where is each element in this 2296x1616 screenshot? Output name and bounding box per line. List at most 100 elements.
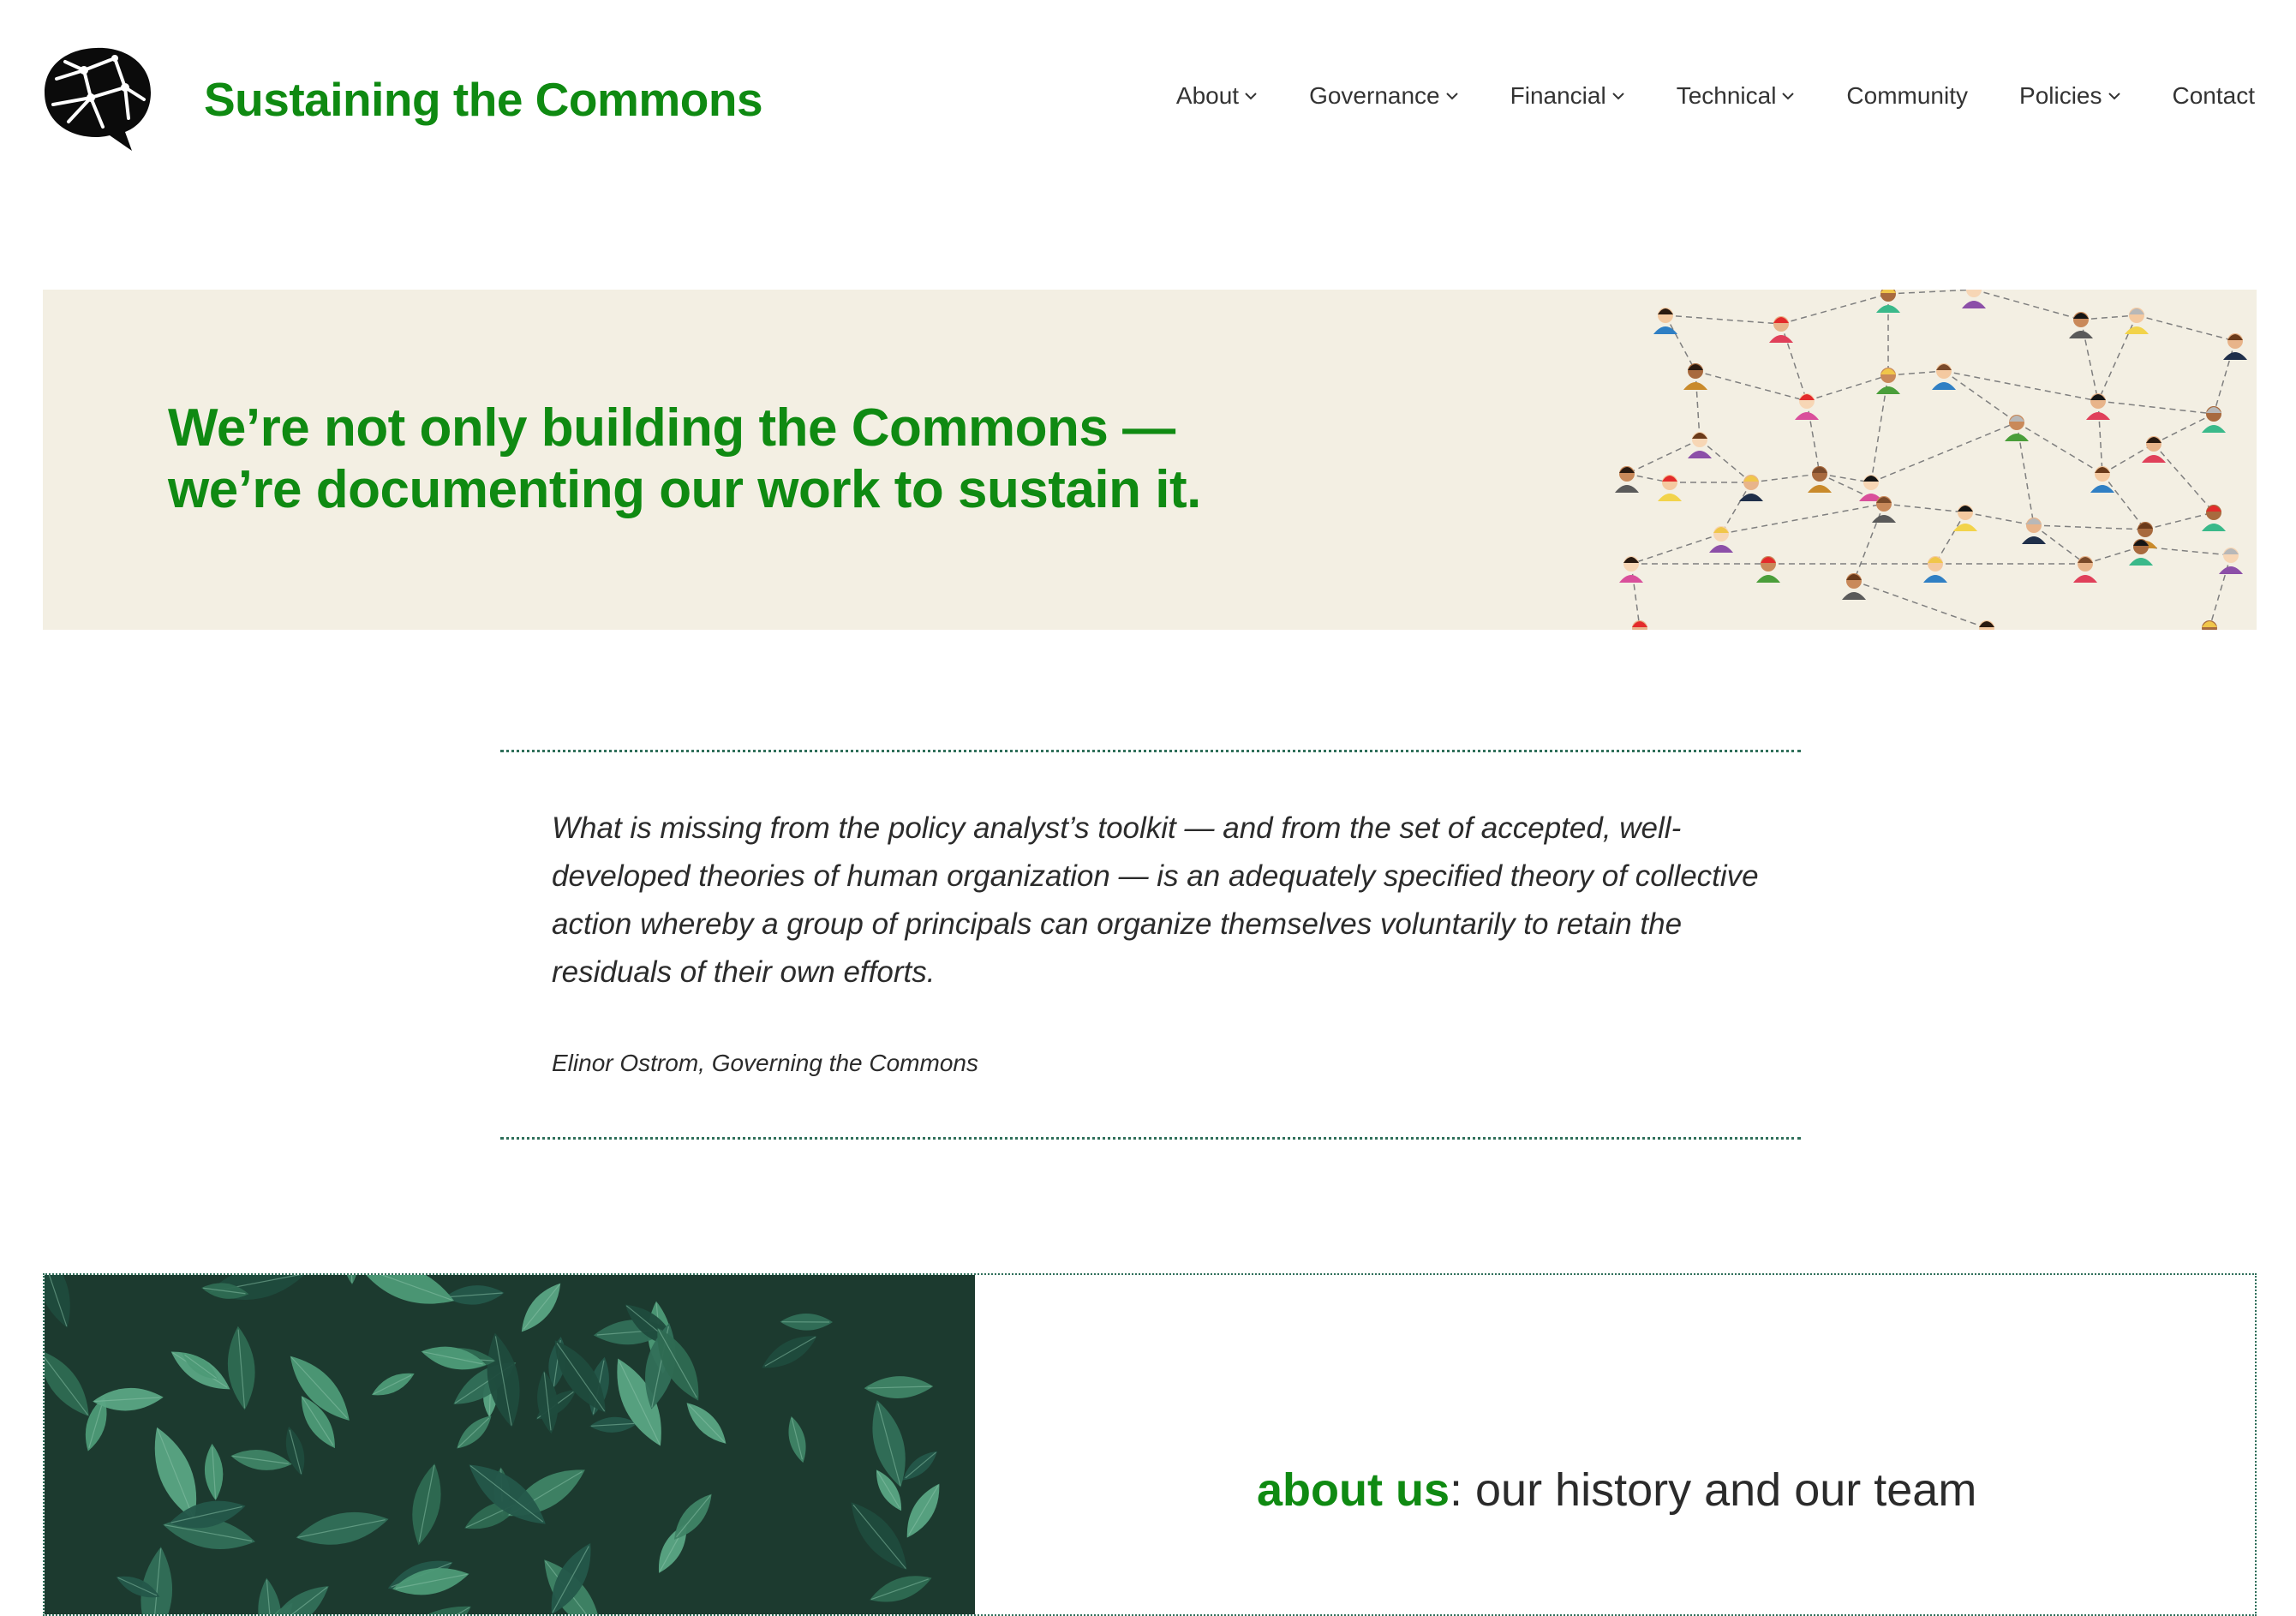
network-connection — [1888, 290, 1974, 294]
network-connection — [1888, 371, 1944, 375]
divider — [500, 1137, 1801, 1140]
person-avatar — [1756, 556, 1780, 583]
person-avatar — [2223, 333, 2247, 360]
people-network-illustration — [1614, 290, 2257, 630]
site-title[interactable]: Sustaining the Commons — [204, 72, 762, 127]
nav-item-community[interactable]: Community — [1846, 82, 1968, 110]
person-avatar — [1876, 290, 1900, 313]
network-connection — [1965, 512, 2034, 525]
network-connection — [2098, 401, 2102, 474]
person-avatar — [1739, 475, 1763, 501]
network-connection — [1665, 315, 1695, 371]
person-avatar — [2069, 312, 2093, 338]
network-connection — [2098, 315, 2137, 401]
person-avatar — [2073, 556, 2097, 583]
network-connection — [1695, 371, 1807, 401]
nav-item-label: Financial — [1510, 82, 1606, 110]
person-avatar — [1975, 620, 1999, 630]
network-connection — [2085, 547, 2141, 564]
network-connection — [2098, 401, 2214, 414]
nav-item-technical[interactable]: Technical — [1677, 82, 1796, 110]
person-avatar — [1683, 363, 1707, 390]
nav-item-label: Governance — [1309, 82, 1440, 110]
person-avatar — [2086, 393, 2110, 420]
person-avatar — [1688, 432, 1712, 458]
network-connection — [1884, 504, 1965, 512]
network-connection — [1854, 581, 1987, 628]
network-connection — [2034, 525, 2085, 564]
network-connection — [1700, 440, 1751, 482]
hero-heading-line-2: we’re documenting our work to sustain it… — [168, 460, 1201, 519]
nav-item-label: Community — [1846, 82, 1968, 110]
network-connection — [1665, 315, 1781, 324]
person-avatar — [1795, 393, 1819, 420]
person-avatar — [1653, 308, 1677, 334]
person-avatar — [1709, 526, 1733, 553]
network-connection — [2017, 422, 2102, 474]
network-connection — [1631, 534, 1721, 564]
network-connection — [2154, 444, 2214, 512]
person-avatar — [2022, 518, 2046, 544]
hero-heading-line-1: We’re not only building the Commons — — [168, 398, 1175, 458]
leaves-photo — [45, 1275, 975, 1616]
person-avatar — [2219, 548, 2243, 574]
network-connection — [2154, 414, 2214, 444]
network-connection — [1974, 290, 2081, 320]
person-avatar — [1842, 573, 1866, 600]
chevron-down-icon — [1611, 92, 1625, 100]
person-avatar — [1808, 466, 1832, 493]
nav-item-label: Policies — [2019, 82, 2102, 110]
person-avatar — [2090, 466, 2114, 493]
nav-item-about[interactable]: About — [1176, 82, 1258, 110]
network-connection — [2145, 512, 2214, 530]
person-avatar — [2142, 436, 2166, 463]
network-connection — [1854, 504, 1884, 581]
person-avatar — [1859, 475, 1883, 501]
network-connection — [2209, 555, 2231, 628]
person-avatar — [2202, 505, 2226, 531]
nav-item-policies[interactable]: Policies — [2019, 82, 2120, 110]
nav-item-label: Technical — [1677, 82, 1777, 110]
network-connection — [1751, 474, 1820, 482]
person-avatar — [2202, 406, 2226, 433]
person-avatar — [1876, 368, 1900, 394]
network-connection — [1721, 482, 1751, 534]
network-connection — [2214, 341, 2235, 414]
person-avatar — [1953, 505, 1977, 531]
person-avatar — [1628, 620, 1652, 630]
nav-item-financial[interactable]: Financial — [1510, 82, 1625, 110]
chevron-down-icon — [1445, 92, 1459, 100]
logo-icon[interactable] — [43, 45, 154, 153]
person-avatar — [1619, 556, 1643, 583]
chevron-down-icon — [2108, 92, 2121, 100]
quote-citation: Elinor Ostrom, Governing the Commons — [552, 1050, 978, 1077]
network-connection — [1871, 422, 2017, 482]
network-connection — [1781, 294, 1888, 324]
about-heading-rest: : our history and our team — [1450, 1464, 1976, 1516]
site-header: Sustaining the Commons About Governance … — [0, 0, 2296, 206]
about-us-link[interactable]: about us — [1257, 1464, 1450, 1516]
quote-text: What is missing from the policy analyst’… — [552, 805, 1768, 997]
network-connection — [2102, 474, 2145, 530]
network-connection — [1721, 504, 1884, 534]
quote-block: What is missing from the policy analyst’… — [500, 750, 1801, 1139]
network-connection — [1820, 474, 1871, 482]
network-connection — [1935, 512, 1965, 564]
network-connection — [2137, 315, 2235, 341]
about-card[interactable]: about us: our history and our team — [43, 1273, 2257, 1616]
nav-item-governance[interactable]: Governance — [1309, 82, 1459, 110]
nav-item-label: About — [1176, 82, 1239, 110]
nav-item-contact[interactable]: Contact — [2173, 82, 2256, 110]
person-avatar — [1769, 316, 1793, 343]
person-avatar — [2125, 308, 2149, 334]
divider — [500, 750, 1801, 752]
network-connection — [2034, 525, 2145, 530]
main-nav: About Governance Financial Technical Com… — [1125, 82, 2255, 110]
person-avatar — [1932, 363, 1956, 390]
person-avatar — [2005, 415, 2029, 441]
person-avatar — [1923, 556, 1947, 583]
network-connection — [1631, 564, 1640, 628]
chevron-down-icon — [1781, 92, 1795, 100]
person-avatar — [1615, 466, 1639, 493]
chevron-down-icon — [1244, 92, 1258, 100]
